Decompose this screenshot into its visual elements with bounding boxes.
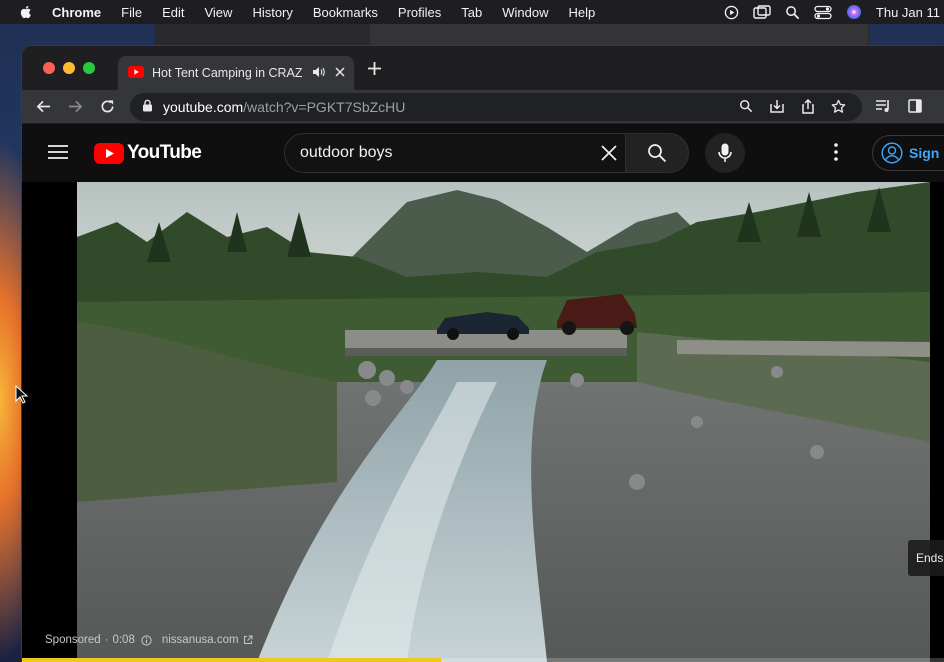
bookmark-star-icon[interactable] [831,99,846,114]
ad-progress-fill [22,658,441,662]
ad-ends-badge[interactable]: Ends [908,540,944,576]
back-arrow-icon[interactable] [36,99,51,119]
more-options-icon[interactable] [834,143,838,166]
clear-search-icon[interactable] [599,143,619,168]
url-path: /watch?v=PGKT7SbZcHU [243,99,406,115]
video-scene-image [77,182,930,662]
account-icon [881,142,903,164]
siri-icon[interactable] [846,4,862,20]
menu-profiles[interactable]: Profiles [398,5,441,20]
youtube-favicon-icon [128,65,144,81]
video-player[interactable]: Ends Sponsored · 0:08 nissanusa.com [22,182,944,662]
zoom-search-icon[interactable] [739,99,753,114]
ad-info-icon[interactable] [141,634,152,646]
ad-time: 0:08 [112,634,135,646]
ad-domain-link[interactable]: nissanusa.com [162,634,239,646]
zoom-window-button[interactable] [83,62,95,74]
search-input[interactable] [300,144,590,162]
ad-separator: · [104,634,109,646]
menu-bookmarks[interactable]: Bookmarks [313,5,378,20]
title-bar: Hot Tent Camping in CRAZ [22,46,944,90]
tab-audio-icon[interactable] [312,66,325,81]
youtube-logo[interactable]: YouTube [94,142,202,164]
new-tab-icon[interactable] [368,62,381,80]
menu-app-name[interactable]: Chrome [52,5,101,20]
install-app-icon[interactable] [769,99,785,114]
sign-in-label: Sign in [909,145,944,161]
mouse-cursor-icon [15,385,29,404]
menu-bar: Chrome File Edit View History Bookmarks … [0,0,944,24]
sign-in-button[interactable]: Sign in [872,135,944,171]
close-window-button[interactable] [43,62,55,74]
forward-arrow-icon[interactable] [68,99,83,119]
spotlight-search-icon[interactable] [785,5,800,20]
tab-title: Hot Tent Camping in CRAZ [152,66,302,80]
menu-help[interactable]: Help [569,5,596,20]
side-panel-icon[interactable] [908,99,922,118]
ad-ends-label: Ends [916,551,944,565]
youtube-play-logo-icon [94,142,124,164]
menu-view[interactable]: View [204,5,232,20]
external-link-icon[interactable] [243,635,253,645]
search-icon [648,144,667,163]
share-icon[interactable] [801,99,815,114]
address-bar[interactable]: youtube.com/watch?v=PGKT7SbZcHU [130,93,862,121]
menu-tab[interactable]: Tab [461,5,482,20]
youtube-wordmark: YouTube [127,142,202,163]
control-center-icon[interactable] [814,5,832,20]
minimize-window-button[interactable] [63,62,75,74]
tab-close-icon[interactable] [335,66,345,80]
reload-icon[interactable] [100,99,115,119]
screen-mirroring-icon[interactable] [753,4,771,20]
hamburger-menu-icon[interactable] [48,144,68,165]
video-frame[interactable] [77,182,930,662]
reading-list-icon[interactable] [875,99,891,118]
menu-edit[interactable]: Edit [162,5,184,20]
site-info-icon[interactable] [142,99,153,115]
search-box [284,133,626,173]
youtube-header: YouTube Sign in [22,125,944,182]
play-status-icon[interactable] [724,5,739,20]
menu-history[interactable]: History [252,5,292,20]
browser-tab[interactable]: Hot Tent Camping in CRAZ [118,56,354,90]
browser-window: Hot Tent Camping in CRAZ youtube.com/wat [22,46,944,662]
ad-progress-bar[interactable] [22,658,944,662]
url-host: youtube.com [163,99,244,115]
menu-file[interactable]: File [121,5,142,20]
search-button[interactable] [625,133,689,173]
menu-window[interactable]: Window [502,5,548,20]
microphone-icon [718,143,732,162]
background-window [155,24,869,48]
ad-info-bar: Sponsored · 0:08 nissanusa.com [45,634,253,646]
browser-toolbar: youtube.com/watch?v=PGKT7SbZcHU [22,90,944,124]
apple-icon[interactable] [18,4,34,20]
ad-sponsored-label: Sponsored [45,634,101,646]
menu-clock[interactable]: Thu Jan 11 [876,5,940,20]
voice-search-button[interactable] [705,133,745,173]
